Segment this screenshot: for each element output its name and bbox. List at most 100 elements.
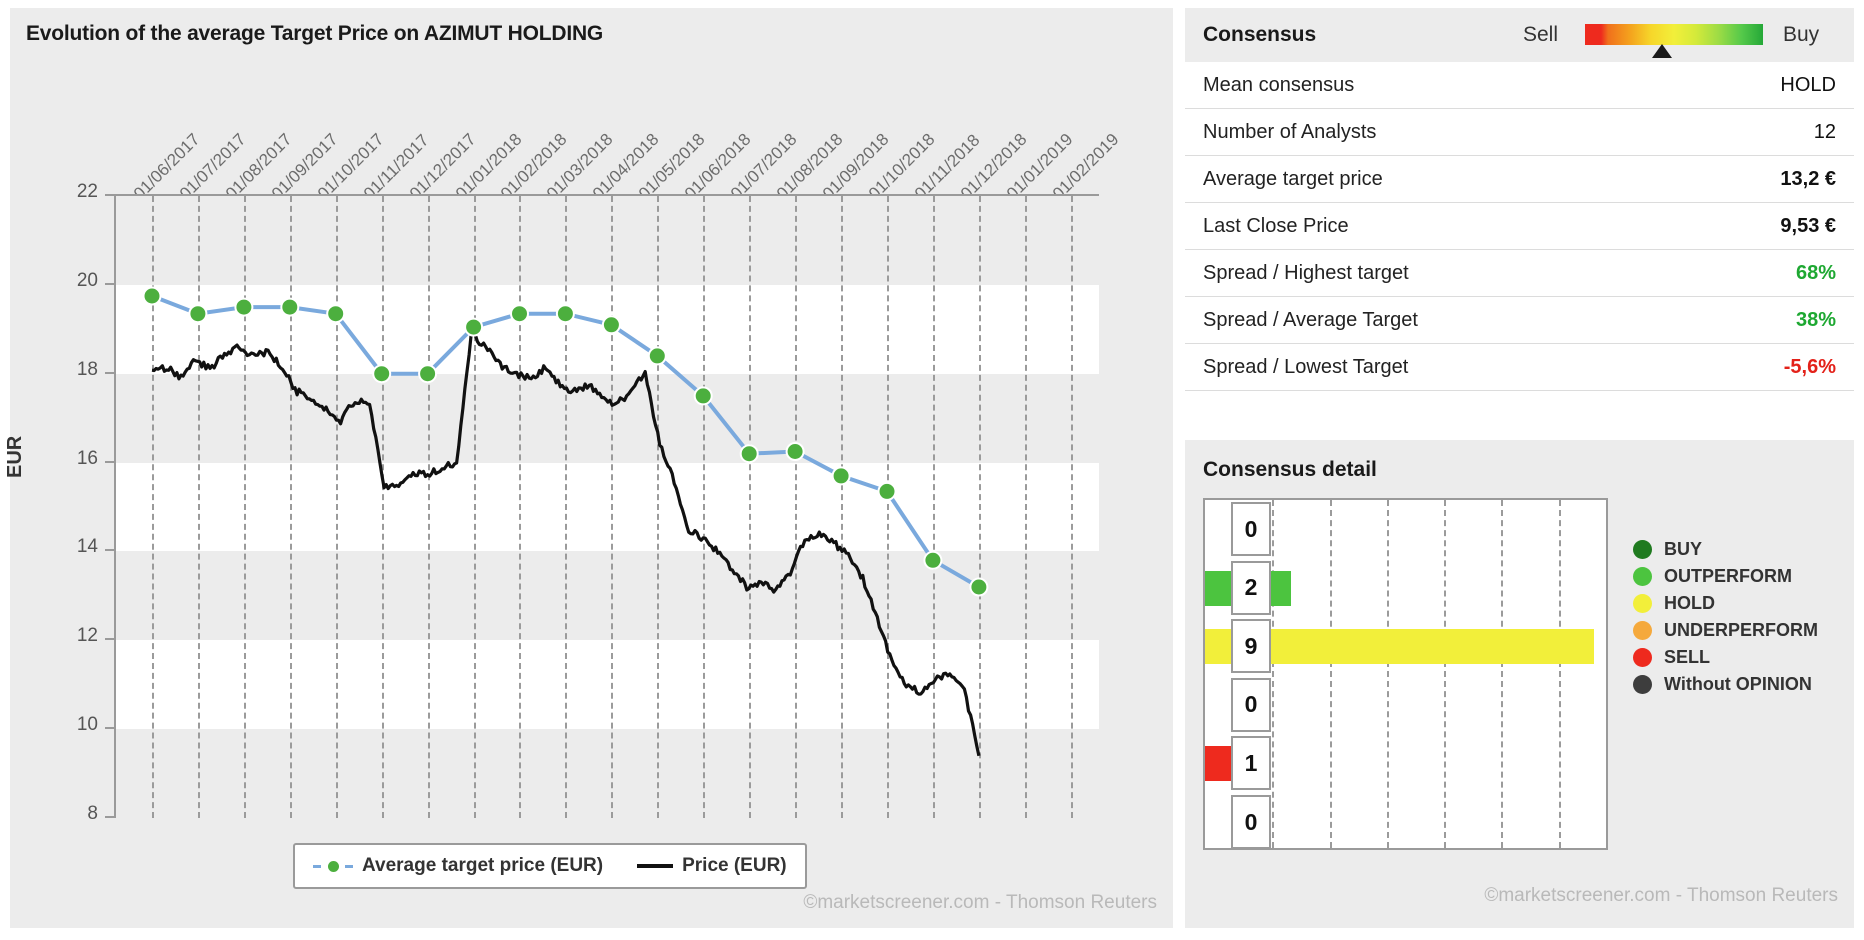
detail-bar-row: 2 — [1205, 559, 1606, 618]
y-tick — [105, 638, 114, 641]
consensus-row-value: -5,6% — [1783, 355, 1836, 378]
consensus-row-label: Spread / Average Target — [1203, 308, 1418, 331]
consensus-card: Consensus Sell Buy Mean consensus HOLD Num… — [1185, 8, 1854, 394]
detail-legend-item: UNDERPERFORM — [1633, 617, 1818, 644]
dashed-line-marker-icon — [313, 861, 353, 872]
detail-bar-row: 0 — [1205, 793, 1606, 852]
screenshot-root: Evolution of the average Target Price on… — [0, 0, 1864, 940]
detail-legend-label: Without OPINION — [1664, 674, 1812, 694]
target-price-marker — [555, 304, 575, 324]
target-price-marker — [831, 466, 851, 486]
detail-bar-row: 0 — [1205, 500, 1606, 559]
y-tick-label: 18 — [76, 358, 98, 380]
target-price-marker — [785, 442, 805, 461]
consensus-row: Mean consensus HOLD — [1185, 62, 1854, 109]
target-price-marker — [969, 577, 989, 597]
detail-legend-label: OUTPERFORM — [1664, 566, 1792, 586]
legend-label-price: Price (EUR) — [682, 855, 787, 876]
detail-legend-label: SELL — [1664, 647, 1711, 667]
target-price-marker — [601, 315, 621, 335]
consensus-row-value: 68% — [1795, 261, 1836, 284]
y-tick-label: 8 — [87, 803, 98, 824]
detail-count-box: 2 — [1231, 560, 1271, 615]
gauge-sell-label: Sell — [1523, 23, 1559, 46]
consensus-row-value: 9,53 € — [1780, 214, 1836, 237]
detail-legend-label: HOLD — [1664, 593, 1715, 613]
price-line — [151, 330, 981, 757]
gauge-buy-label: Buy — [1783, 23, 1820, 46]
consensus-detail-plot: 029010 — [1203, 498, 1608, 850]
consensus-detail-card: Consensus detail 029010 BUY OUTPERFORM HOL… — [1185, 440, 1854, 928]
consensus-row-label: Number of Analysts — [1203, 120, 1377, 143]
y-axis-title: EUR — [4, 435, 26, 478]
legend-color-dot-icon — [1633, 621, 1652, 640]
target-price-marker — [693, 386, 713, 406]
consensus-gauge — [1585, 24, 1763, 45]
detail-bar-row: 1 — [1205, 734, 1606, 793]
target-price-marker — [188, 304, 208, 324]
consensus-rows: Mean consensus HOLD Number of Analysts 12 Av… — [1185, 62, 1854, 391]
chart-series-svg — [142, 286, 989, 757]
target-price-chart-panel: Evolution of the average Target Price on… — [4, 8, 1173, 928]
detail-count-box: 0 — [1231, 677, 1271, 732]
target-price-marker — [510, 304, 529, 324]
legend-item-price: Price (EUR) — [637, 855, 787, 877]
detail-legend-item: OUTPERFORM — [1633, 563, 1818, 590]
target-price-marker — [326, 304, 346, 324]
detail-count-box: 0 — [1231, 502, 1271, 556]
legend-color-dot-icon — [1633, 567, 1652, 586]
legend-color-dot-icon — [1633, 540, 1652, 559]
detail-bar-row: 0 — [1205, 676, 1606, 735]
consensus-title: Consensus — [1203, 23, 1317, 46]
detail-legend-item: HOLD — [1633, 590, 1818, 617]
consensus-detail-title: Consensus detail — [1203, 458, 1377, 481]
chart-canvas — [114, 194, 1099, 818]
detail-bar-row: 9 — [1205, 617, 1606, 676]
target-price-marker — [464, 317, 484, 337]
target-price-line — [151, 294, 980, 589]
legend-color-dot-icon — [1633, 648, 1652, 667]
consensus-row-value: 12 — [1813, 120, 1836, 143]
legend-label-target-price: Average target price (EUR) — [362, 855, 604, 876]
target-price-marker — [739, 444, 759, 464]
consensus-row: Spread / Lowest Target -5,6% — [1185, 344, 1854, 391]
legend-color-dot-icon — [1633, 594, 1652, 613]
target-price-marker — [280, 297, 300, 317]
y-tick — [105, 371, 114, 374]
legend-color-dot-icon — [1633, 675, 1652, 694]
y-tick-label: 14 — [76, 536, 98, 558]
target-price-marker — [372, 364, 392, 384]
consensus-row-label: Spread / Highest target — [1203, 261, 1409, 284]
consensus-row: Spread / Highest target 68% — [1185, 250, 1854, 297]
y-tick-label: 16 — [76, 447, 98, 469]
consensus-row: Number of Analysts 12 — [1185, 109, 1854, 156]
target-price-marker — [877, 481, 897, 501]
consensus-row-label: Last Close Price — [1203, 214, 1349, 237]
target-price-marker — [923, 550, 943, 570]
detail-legend-item: SELL — [1633, 644, 1818, 671]
y-tick-label: 10 — [76, 714, 98, 736]
y-tick — [105, 194, 114, 196]
consensus-row-label: Mean consensus — [1203, 73, 1355, 96]
solid-line-icon — [637, 864, 674, 868]
target-price-marker — [647, 346, 667, 366]
detail-legend-label: UNDERPERFORM — [1664, 620, 1819, 640]
target-price-marker — [234, 297, 254, 317]
chart-copyright: ©marketscreener.com - Thomson Reuters — [803, 892, 1157, 913]
y-tick — [105, 460, 114, 463]
detail-legend-label: BUY — [1664, 539, 1703, 559]
consensus-row: Spread / Average Target 38% — [1185, 297, 1854, 344]
consensus-row-label: Spread / Lowest Target — [1203, 355, 1409, 378]
consensus-row-value: HOLD — [1780, 73, 1836, 96]
consensus-row: Last Close Price 9,53 € — [1185, 203, 1854, 250]
y-tick — [105, 549, 114, 552]
y-tick-label: 20 — [76, 269, 98, 291]
consensus-header: Consensus Sell Buy — [1185, 8, 1854, 62]
target-price-marker — [142, 286, 162, 306]
y-tick — [105, 816, 114, 818]
detail-legend-item: Without OPINION — [1633, 671, 1818, 698]
detail-count-box: 1 — [1231, 736, 1271, 791]
chart-legend: Average target price (EUR) Price (EUR) — [293, 843, 807, 889]
detail-count-box: 0 — [1231, 795, 1271, 849]
detail-copyright: ©marketscreener.com - Thomson Reuters — [1484, 885, 1838, 906]
